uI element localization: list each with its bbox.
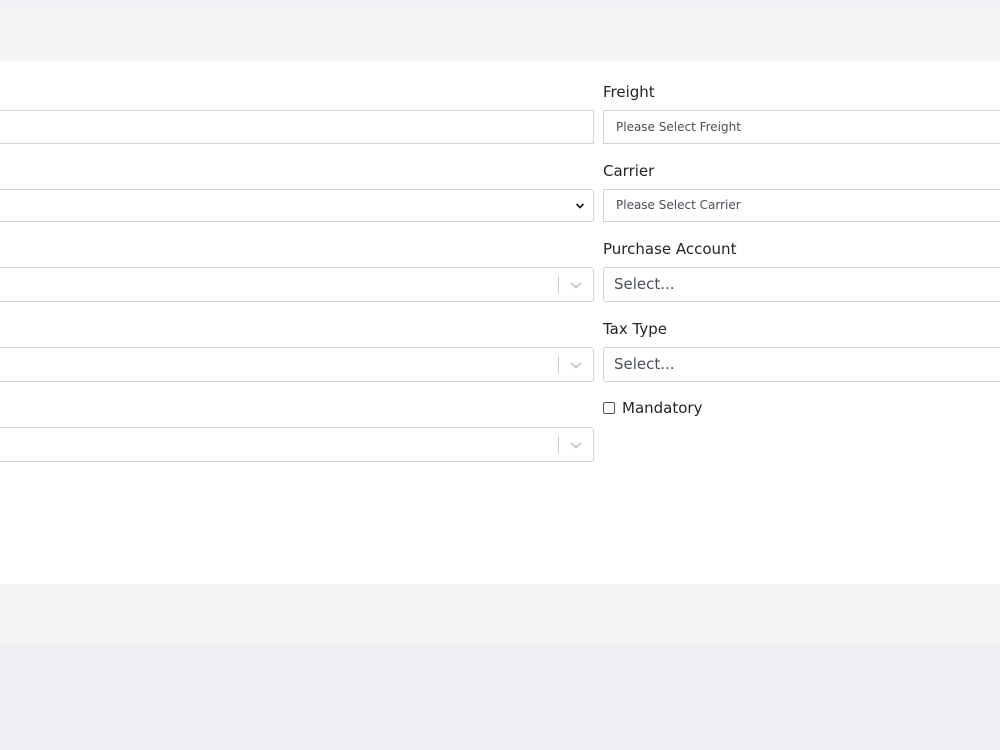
left-react-select-3[interactable]: [0, 427, 594, 462]
purchase-account-placeholder: Select...: [614, 275, 675, 293]
carrier-input[interactable]: Please Select Carrier: [603, 189, 1000, 222]
left-native-select[interactable]: [0, 189, 594, 222]
carrier-label: Carrier: [603, 162, 655, 180]
indicator-separator: [558, 436, 559, 454]
tax-type-label: Tax Type: [603, 320, 667, 338]
chevron-down-icon[interactable]: [569, 360, 583, 370]
chevron-down-icon: [575, 202, 585, 209]
modal-header: [0, 7, 1000, 61]
chevron-down-icon[interactable]: [569, 280, 583, 290]
mandatory-checkbox[interactable]: [603, 402, 615, 414]
purchase-account-label: Purchase Account: [603, 240, 737, 258]
mandatory-row[interactable]: Mandatory: [603, 398, 702, 418]
page-backdrop-top: [0, 0, 1000, 7]
indicator-separator: [558, 356, 559, 374]
carrier-placeholder: Please Select Carrier: [616, 198, 741, 212]
tax-type-placeholder: Select...: [614, 355, 675, 373]
freight-label: Freight: [603, 83, 655, 101]
left-react-select-2[interactable]: [0, 347, 594, 382]
left-text-input[interactable]: [0, 110, 594, 144]
chevron-down-icon[interactable]: [569, 440, 583, 450]
mandatory-label[interactable]: Mandatory: [622, 398, 702, 418]
freight-input[interactable]: Please Select Freight: [603, 110, 1000, 144]
freight-placeholder: Please Select Freight: [616, 120, 741, 134]
tax-type-select[interactable]: Select...: [603, 347, 1000, 382]
left-react-select-1[interactable]: [0, 267, 594, 302]
modal-footer: [0, 584, 1000, 644]
purchase-account-select[interactable]: Select...: [603, 267, 1000, 302]
indicator-separator: [558, 276, 559, 294]
page: Freight Please Select Freight Carrier Pl…: [0, 0, 1000, 750]
